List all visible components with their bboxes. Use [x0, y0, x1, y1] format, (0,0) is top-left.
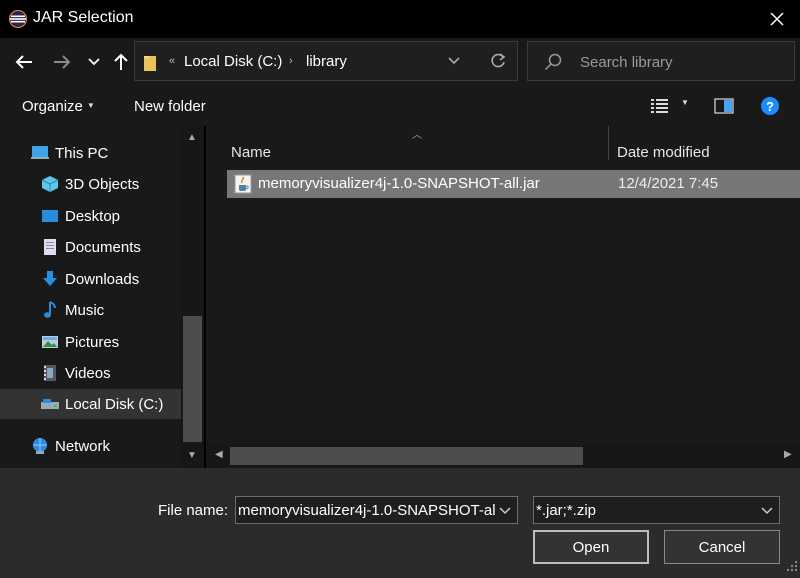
videos-icon [40, 363, 60, 383]
navigation-scrollbar[interactable]: ▲ ▼ [181, 126, 204, 468]
pictures-icon [40, 332, 60, 352]
column-header-date-modified[interactable]: Date modified [617, 144, 710, 161]
nav-item-documents[interactable]: Documents [40, 232, 141, 262]
pc-icon [30, 143, 50, 163]
address-dropdown-button[interactable] [447, 52, 461, 74]
desktop-icon [40, 206, 60, 226]
view-options-button[interactable] [650, 98, 670, 118]
network-icon [30, 436, 50, 456]
navigation-pane: This PC 3D Objects Desktop Documents Dow… [0, 126, 204, 468]
jar-file-icon [234, 174, 252, 198]
breadcrumb-separator: › [289, 55, 293, 67]
chevron-down-icon [448, 57, 460, 65]
breadcrumb-library[interactable]: library [306, 53, 347, 70]
nav-item-label: Videos [65, 364, 111, 382]
refresh-button[interactable] [489, 52, 507, 74]
nav-item-label: This PC [55, 144, 109, 162]
forward-arrow-icon [54, 55, 71, 69]
back-arrow-icon [15, 55, 32, 69]
breadcrumb-local-disk[interactable]: Local Disk (C:) [184, 53, 282, 70]
scrollbar-thumb[interactable] [230, 447, 583, 465]
download-icon [40, 269, 60, 289]
chevron-down-icon [88, 58, 100, 66]
cube-icon [40, 174, 60, 194]
resize-grip-icon[interactable] [787, 558, 797, 575]
nav-item-music[interactable]: Music [40, 295, 104, 325]
chevron-down-icon[interactable] [761, 503, 773, 521]
scroll-down-icon[interactable]: ▼ [187, 450, 197, 461]
open-button[interactable]: Open [533, 530, 649, 564]
dialog-footer: File name: memoryvisualizer4j-1.0-SNAPSH… [0, 468, 800, 578]
sort-ascending-icon: ︿ [412, 130, 422, 141]
up-button[interactable] [109, 50, 133, 74]
file-name: memoryvisualizer4j-1.0-SNAPSHOT-all.jar [258, 175, 540, 192]
search-placeholder: Search library [580, 54, 673, 71]
scroll-up-icon[interactable]: ▲ [187, 132, 197, 143]
drive-icon [40, 394, 60, 414]
help-icon: ? [761, 97, 779, 115]
nav-item-pictures[interactable]: Pictures [40, 327, 119, 357]
search-icon [544, 53, 562, 75]
preview-pane-icon [714, 98, 734, 114]
up-arrow-icon [114, 53, 128, 70]
close-icon [770, 12, 784, 26]
chevron-down-icon[interactable] [499, 503, 511, 521]
forward-button[interactable] [50, 50, 74, 74]
close-button[interactable] [754, 0, 800, 38]
nav-item-label: Pictures [65, 333, 120, 351]
file-row[interactable]: memoryvisualizer4j-1.0-SNAPSHOT-all.jar … [227, 170, 800, 198]
nav-item-label: Music [65, 301, 105, 319]
back-button[interactable] [12, 50, 36, 74]
help-button[interactable]: ? [760, 96, 780, 120]
file-type-value: *.jar;*.zip [536, 502, 597, 519]
scroll-right-icon[interactable]: ▶ [784, 449, 792, 460]
column-divider[interactable] [608, 126, 609, 160]
breadcrumb-overflow[interactable]: « [169, 55, 175, 67]
file-type-select[interactable]: *.jar;*.zip [533, 496, 780, 524]
nav-item-desktop[interactable]: Desktop [40, 201, 120, 231]
organize-button[interactable]: Organize ▼ [22, 98, 95, 115]
nav-item-videos[interactable]: Videos [40, 358, 111, 388]
column-header-name[interactable]: Name [231, 144, 271, 161]
scroll-left-icon[interactable]: ◀ [215, 449, 223, 460]
window-title: JAR Selection [33, 9, 134, 26]
file-name-input[interactable]: memoryvisualizer4j-1.0-SNAPSHOT-all.jar [235, 496, 518, 524]
nav-item-label: 3D Objects [65, 175, 140, 193]
file-name-value: memoryvisualizer4j-1.0-SNAPSHOT-all.jar [238, 502, 496, 519]
file-list-pane: ︿ Name Date modified memoryvisualizer4j-… [206, 126, 800, 468]
details-view-icon [651, 99, 668, 113]
nav-item-label: Desktop [65, 207, 121, 225]
svg-text:?: ? [766, 99, 774, 114]
documents-icon [40, 237, 60, 257]
address-bar[interactable]: « Local Disk (C:) › library [134, 41, 518, 81]
title-bar: JAR Selection [0, 0, 800, 38]
eclipse-app-icon [9, 10, 27, 28]
nav-item-network[interactable]: Network [30, 431, 110, 461]
scrollbar-thumb[interactable] [183, 316, 202, 442]
cancel-button[interactable]: Cancel [664, 530, 780, 564]
view-options-caret[interactable]: ▼ [681, 98, 689, 107]
file-name-label: File name: [158, 502, 229, 519]
file-date-modified: 12/4/2021 7:45 [618, 175, 719, 192]
nav-item-3d-objects[interactable]: 3D Objects [40, 169, 139, 199]
recent-locations-button[interactable] [82, 50, 106, 74]
nav-item-label: Local Disk (C:) [65, 395, 164, 413]
nav-item-local-disk[interactable]: Local Disk (C:) [0, 389, 181, 419]
address-row: « Local Disk (C:) › library Search libra… [0, 38, 800, 86]
horizontal-scrollbar[interactable]: ◀ ▶ [206, 444, 800, 468]
music-icon [40, 300, 60, 320]
nav-item-downloads[interactable]: Downloads [40, 264, 139, 294]
command-bar: Organize ▼ New folder ▼ ? [0, 86, 800, 126]
nav-item-label: Documents [65, 238, 141, 256]
preview-pane-button[interactable] [714, 98, 734, 118]
folder-icon [143, 54, 157, 76]
nav-item-this-pc[interactable]: This PC [30, 138, 108, 168]
new-folder-button[interactable]: New folder [134, 98, 206, 115]
refresh-icon [491, 53, 506, 68]
search-box[interactable]: Search library [527, 41, 795, 81]
nav-item-label: Downloads [65, 270, 140, 288]
nav-item-label: Network [55, 437, 111, 455]
